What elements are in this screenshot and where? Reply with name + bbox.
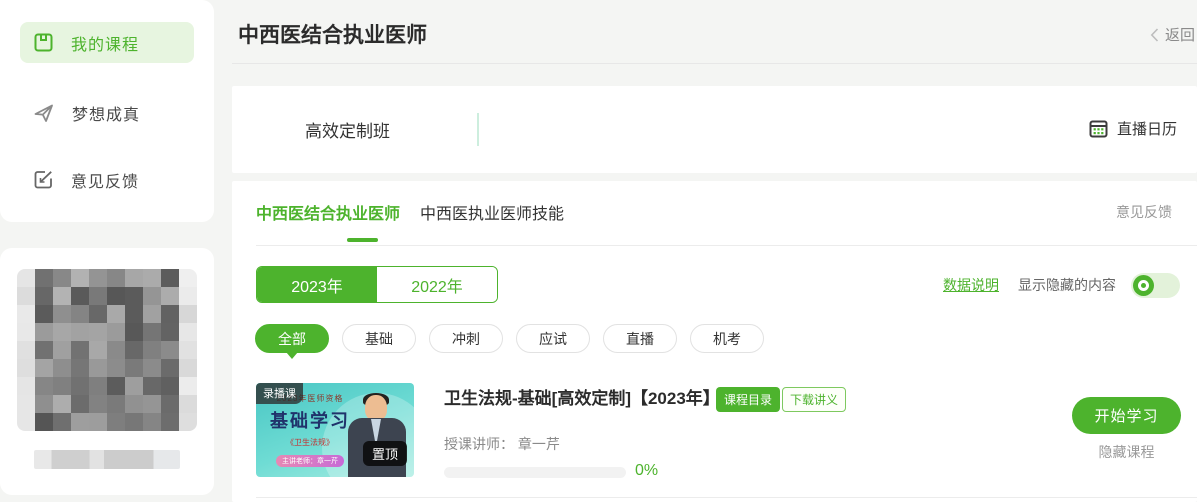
hide-course-link[interactable]: 隐藏课程 bbox=[1072, 442, 1181, 462]
data-note-link[interactable]: 数据说明 bbox=[943, 275, 999, 295]
class-divider bbox=[477, 113, 479, 146]
sidebar-item-my-courses[interactable]: 我的课程 bbox=[20, 22, 194, 63]
blurred-qr-caption bbox=[34, 450, 180, 469]
filter-sprint[interactable]: 冲刺 bbox=[429, 324, 503, 353]
course-catalog-badge[interactable]: 课程目录 bbox=[716, 387, 780, 412]
header-divider bbox=[232, 63, 1197, 64]
instructor-name: 章一芹 bbox=[518, 436, 560, 452]
bookmark-courses-icon bbox=[33, 32, 54, 53]
filter-live[interactable]: 直播 bbox=[603, 324, 677, 353]
filter-computer-test[interactable]: 机考 bbox=[690, 324, 764, 353]
live-calendar-label: 直播日历 bbox=[1117, 118, 1177, 139]
toggle-knob bbox=[1133, 275, 1154, 296]
instructor-label: 授课讲师： bbox=[444, 436, 514, 452]
filter-exam[interactable]: 应试 bbox=[516, 324, 590, 353]
progress-bar bbox=[444, 467, 626, 478]
sidebar-item-label: 意见反馈 bbox=[71, 168, 139, 192]
page-title: 中西医结合执业医师 bbox=[238, 19, 427, 49]
instructor-line: 授课讲师： 章一芹 bbox=[444, 434, 560, 454]
show-hidden-label: 显示隐藏的内容 bbox=[1018, 275, 1116, 295]
class-name[interactable]: 高效定制班 bbox=[305, 117, 390, 142]
class-card: 高效定制班 直播日历 bbox=[232, 86, 1197, 173]
calendar-icon bbox=[1089, 119, 1108, 138]
edit-feedback-icon bbox=[33, 169, 54, 190]
chevron-left-icon bbox=[1150, 28, 1159, 42]
tab-physician-skills[interactable]: 中西医执业医师技能 bbox=[420, 200, 564, 224]
sidebar-item-label: 梦想成真 bbox=[72, 101, 140, 125]
filter-pills: 全部 基础 冲刺 应试 直播 机考 bbox=[255, 324, 764, 353]
pinned-badge: 置顶 bbox=[363, 441, 407, 466]
recorded-course-badge: 录播课 bbox=[256, 383, 303, 404]
download-handout-badge[interactable]: 下载讲义 bbox=[782, 387, 846, 412]
show-hidden-toggle[interactable] bbox=[1131, 273, 1180, 298]
paper-plane-icon bbox=[33, 102, 55, 124]
sidebar-item-feedback[interactable]: 意见反馈 bbox=[20, 159, 194, 200]
start-learning-button[interactable]: 开始学习 bbox=[1072, 397, 1181, 434]
feedback-link[interactable]: 意见反馈 bbox=[1116, 202, 1172, 222]
thumb-title-line: 基础学习 bbox=[262, 407, 358, 433]
course-panel: 中西医结合执业医师 中西医执业医师技能 意见反馈 2023年 2022年 数据说… bbox=[232, 181, 1197, 502]
year-tab-2022[interactable]: 2022年 bbox=[377, 267, 497, 302]
course-title[interactable]: 卫生法规-基础[高效定制]【2023年】 bbox=[444, 384, 720, 409]
thumb-teacher-line: 主讲老师：章一芹 bbox=[276, 455, 344, 467]
course-thumbnail[interactable]: 2023年医师资格 基础学习 《卫生法规》 主讲老师：章一芹 录播课 置顶 bbox=[256, 383, 414, 477]
thumb-subject-line: 《卫生法规》 bbox=[262, 437, 358, 448]
sidebar-item-label: 我的课程 bbox=[71, 31, 139, 55]
sidebar-item-dreams[interactable]: 梦想成真 bbox=[20, 92, 194, 133]
filter-basic[interactable]: 基础 bbox=[342, 324, 416, 353]
back-label: 返回 bbox=[1165, 24, 1195, 45]
progress-percent: 0% bbox=[635, 462, 658, 480]
filter-all[interactable]: 全部 bbox=[255, 324, 329, 353]
thumbnail-text-block: 2023年医师资格 基础学习 《卫生法规》 主讲老师：章一芹 bbox=[262, 393, 358, 468]
course-row-divider bbox=[256, 497, 1197, 498]
active-tab-indicator bbox=[347, 238, 378, 242]
year-selector: 2023年 2022年 bbox=[256, 266, 498, 303]
sidebar-nav: 我的课程 梦想成真 意见反馈 bbox=[0, 0, 214, 222]
blurred-qr-code bbox=[17, 269, 197, 431]
year-tab-2023[interactable]: 2023年 bbox=[257, 267, 377, 302]
tabs-divider bbox=[256, 245, 1197, 246]
back-button[interactable]: 返回 bbox=[1150, 24, 1195, 45]
tab-integrated-physician[interactable]: 中西医结合执业医师 bbox=[256, 200, 400, 224]
live-calendar-button[interactable]: 直播日历 bbox=[1089, 118, 1177, 139]
sidebar-qr-card bbox=[0, 248, 214, 495]
